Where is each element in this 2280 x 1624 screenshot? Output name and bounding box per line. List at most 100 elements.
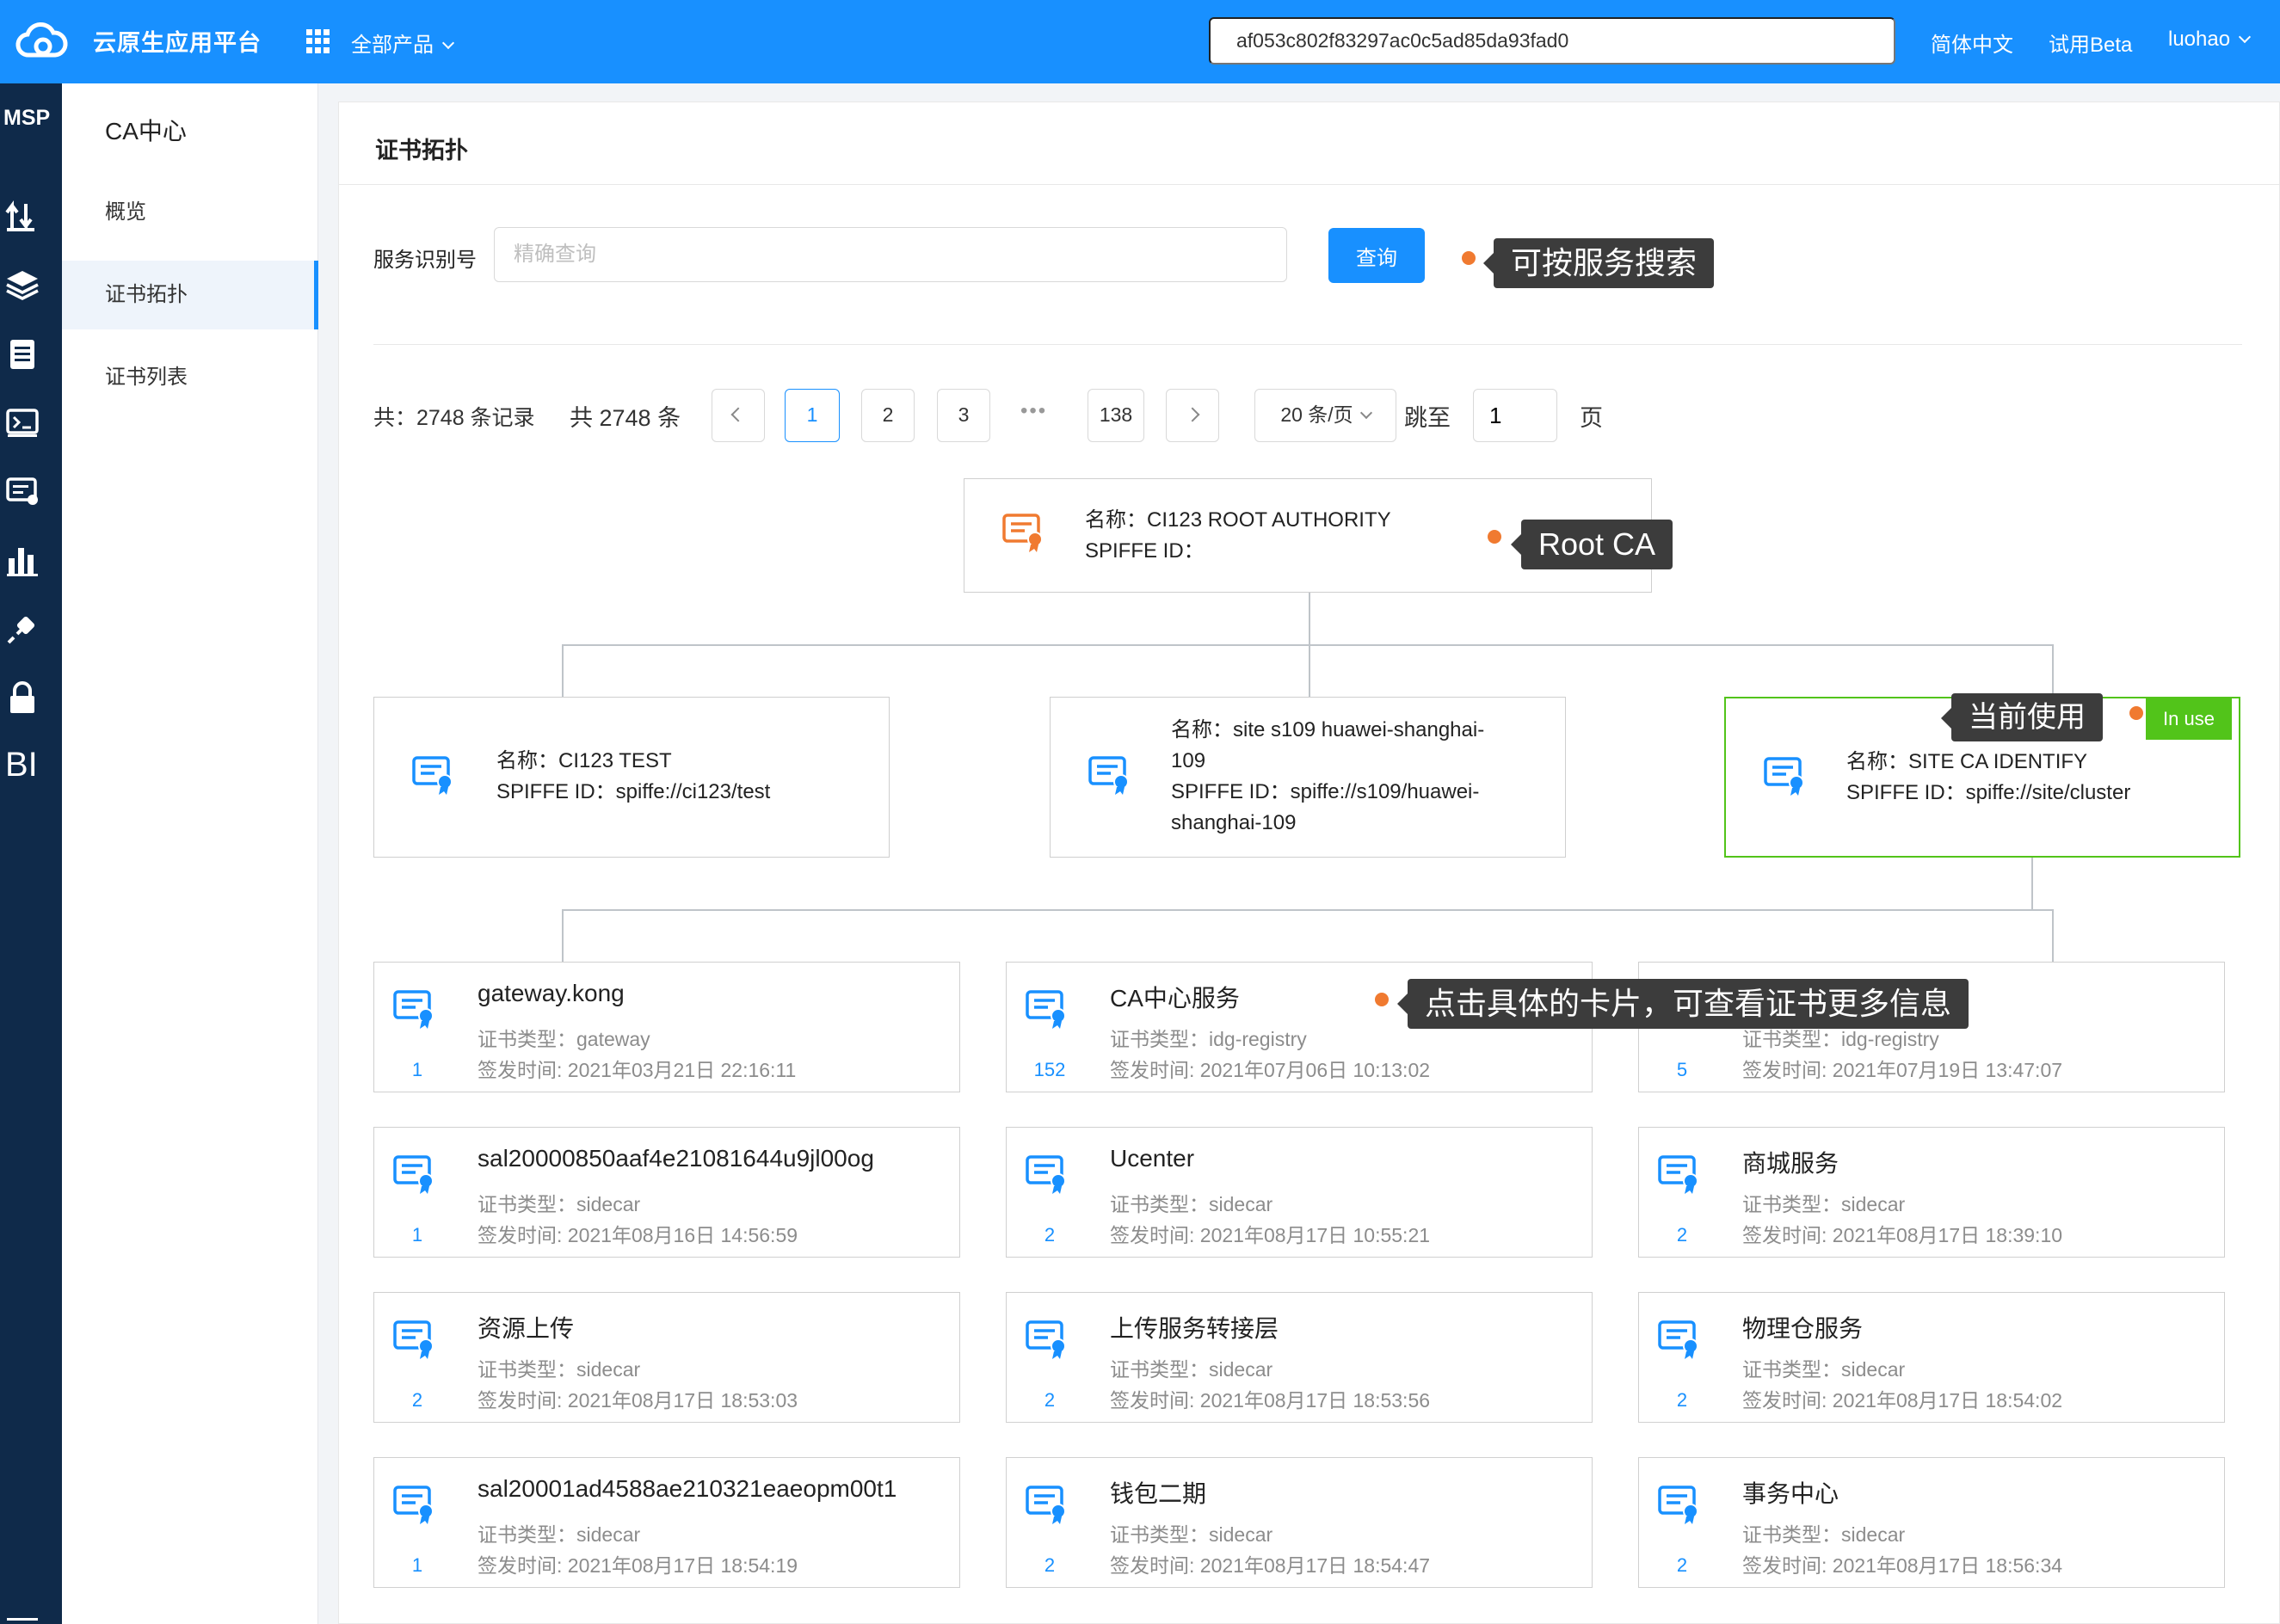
layers-icon[interactable] [5, 268, 40, 302]
next-page-button[interactable] [1166, 389, 1219, 442]
sidebar-item-cert-list[interactable]: 证书列表 [62, 343, 318, 412]
cert-count[interactable]: 152 [1032, 1059, 1067, 1081]
service-card[interactable]: 2 Ucenter 证书类型：sidecar 签发时间: 2021年08月17日 10… [1006, 1127, 1593, 1258]
service-card[interactable]: 1 sal20000850aaf4e21081644u9jl00og 证书类型：si… [373, 1127, 960, 1258]
jump-page-input[interactable] [1473, 389, 1557, 442]
page-2[interactable]: 2 [861, 389, 915, 442]
service-name: 物理仓服务 [1742, 1315, 1864, 1342]
issue-time: 签发时间: 2021年08月17日 18:56:34 [1742, 1554, 2063, 1577]
cert-count[interactable]: 2 [1032, 1224, 1067, 1246]
service-card[interactable]: 2 事务中心 证书类型：sidecar 签发时间: 2021年08月17日 18:56… [1638, 1457, 2225, 1588]
transfer-icon[interactable] [5, 199, 40, 233]
user-menu[interactable]: luohao [2168, 28, 2252, 52]
ca-name: 名称：CI123 TEST [496, 749, 672, 772]
language-switch[interactable]: 简体中文 [1931, 28, 2013, 58]
service-card[interactable]: 2 资源上传 证书类型：sidecar 签发时间: 2021年08月17日 18:53… [373, 1292, 960, 1423]
chevron-down-icon [441, 36, 455, 50]
chevron-right-icon [1185, 407, 1200, 422]
certificate-icon [1026, 990, 1070, 1030]
cert-count[interactable]: 2 [400, 1389, 434, 1412]
plug-icon[interactable] [5, 612, 40, 646]
clipboard-icon[interactable] [5, 336, 40, 371]
prev-page-button[interactable] [712, 389, 765, 442]
tree-connector [2031, 857, 2033, 910]
ca-info: 名称：site s109 huawei-shanghai- 109 SPIFFE… [1171, 715, 1484, 839]
msp-sidebar: MSP BI [0, 83, 62, 1624]
ca-spiffe-cont: shanghai-109 [1171, 811, 1297, 834]
page-size-select[interactable]: 20 条/页 [1254, 389, 1396, 442]
tip-dot [1375, 993, 1389, 1006]
beta-link[interactable]: 试用Beta [2049, 28, 2132, 58]
global-search-input[interactable] [1209, 17, 1895, 65]
tooltip-current: 当前使用 [1941, 693, 2103, 741]
cert-type: 证书类型：gateway [478, 1028, 650, 1050]
service-name: 事务中心 [1742, 1480, 1839, 1507]
cert-count[interactable]: 5 [1665, 1059, 1699, 1081]
intermediate-ca-card[interactable]: 名称：site s109 huawei-shanghai- 109 SPIFFE… [1050, 697, 1566, 858]
cert-count[interactable]: 2 [1665, 1554, 1699, 1577]
service-name: sal20000850aaf4e21081644u9jl00og [478, 1145, 874, 1172]
cert-count[interactable]: 1 [400, 1554, 434, 1577]
certificate-icon [393, 990, 438, 1030]
ca-info: 名称：CI123 TEST SPIFFE ID：spiffe://ci123/t… [496, 746, 770, 808]
ca-spiffe: SPIFFE ID：spiffe://s109/huawei- [1171, 780, 1480, 803]
cert-count[interactable]: 1 [400, 1224, 434, 1246]
issue-time: 签发时间: 2021年08月17日 18:39:10 [1742, 1224, 2063, 1246]
username: luohao [2168, 28, 2231, 51]
certificate-icon [393, 1486, 438, 1525]
tooltip-search: 可按服务搜索 [1482, 238, 1715, 288]
cert-count[interactable]: 1 [400, 1059, 434, 1081]
tree-connector [1309, 592, 1310, 645]
service-id-input[interactable] [494, 227, 1287, 282]
cert-count[interactable]: 2 [1665, 1389, 1699, 1412]
service-card[interactable]: 2 上传服务转接层 证书类型：sidecar 签发时间: 2021年08月17日 18… [1006, 1292, 1593, 1423]
service-name: 上传服务转接层 [1110, 1315, 1279, 1342]
ca-spiffe: SPIFFE ID：spiffe://ci123/test [496, 780, 771, 803]
certificate-icon [1026, 1320, 1070, 1360]
top-bar: 云原生应用平台 全部产品 简体中文 试用Beta luohao [0, 0, 2280, 83]
sidebar-item-overview[interactable]: 概览 [62, 178, 318, 247]
cert-type: 证书类型：sidecar [1110, 1523, 1273, 1546]
service-card[interactable]: 2 商城服务 证书类型：sidecar 签发时间: 2021年08月17日 18:39… [1638, 1127, 2225, 1258]
certificate-icon [1088, 756, 1133, 796]
message-icon[interactable] [5, 474, 40, 508]
certificate-icon [393, 1320, 438, 1360]
certificate-icon [393, 1155, 438, 1195]
service-card[interactable]: 1 sal20001ad4588ae210321eaeopm00t1 证书类型：si… [373, 1457, 960, 1588]
lock-icon[interactable] [5, 680, 40, 715]
page-138[interactable]: 138 [1088, 389, 1144, 442]
intermediate-ca-card[interactable]: 名称：CI123 TEST SPIFFE ID：spiffe://ci123/t… [373, 697, 890, 858]
service-card[interactable]: 1 gateway.kong 证书类型：gateway 签发时间: 2021年03月2… [373, 962, 960, 1092]
tooltip-card: 点击具体的卡片，可查看证书更多信息 [1396, 979, 1969, 1029]
issue-time: 签发时间: 2021年08月17日 18:53:56 [1110, 1389, 1431, 1412]
service-name: 商城服务 [1742, 1150, 1839, 1177]
page-1[interactable]: 1 [785, 389, 840, 442]
cert-count[interactable]: 2 [1032, 1554, 1067, 1577]
panel-header: 证书拓扑 [339, 102, 2280, 185]
chevron-left-icon [730, 407, 746, 422]
service-name: 钱包二期 [1110, 1480, 1207, 1507]
page-3[interactable]: 3 [937, 389, 990, 442]
certificate-icon [1002, 514, 1047, 553]
service-card[interactable]: 2 钱包二期 证书类型：sidecar 签发时间: 2021年08月17日 18:54… [1006, 1457, 1593, 1588]
cert-count[interactable]: 2 [1032, 1389, 1067, 1412]
all-products-menu[interactable]: 全部产品 [351, 28, 455, 58]
cert-count[interactable]: 2 [1665, 1224, 1699, 1246]
query-button[interactable]: 查询 [1328, 228, 1425, 283]
sidebar-item-cert-topology[interactable]: 证书拓扑 [62, 261, 318, 329]
sidebar-title: CA中心 [105, 118, 187, 145]
monitor-icon[interactable] [5, 405, 40, 440]
cloud-logo-icon[interactable] [15, 21, 69, 62]
issue-time: 签发时间: 2021年08月17日 18:54:19 [478, 1554, 798, 1577]
pagination-ellipsis[interactable]: ••• [1020, 399, 1047, 423]
bar-chart-icon[interactable] [5, 543, 40, 577]
bi-link[interactable]: BI [5, 746, 38, 784]
apps-grid-icon[interactable] [306, 29, 330, 53]
service-card[interactable]: 2 物理仓服务 证书类型：sidecar 签发时间: 2021年08月17日 18:5… [1638, 1292, 2225, 1423]
tooltip-root-ca: Root CA [1510, 520, 1673, 569]
issue-time: 签发时间: 2021年07月19日 13:47:07 [1742, 1059, 2063, 1081]
tree-connector [2052, 644, 2054, 698]
ca-name: 名称：SITE CA IDENTIFY [1846, 750, 2088, 773]
menu-icon[interactable] [5, 1608, 40, 1624]
brand-title[interactable]: 云原生应用平台 [93, 24, 262, 58]
